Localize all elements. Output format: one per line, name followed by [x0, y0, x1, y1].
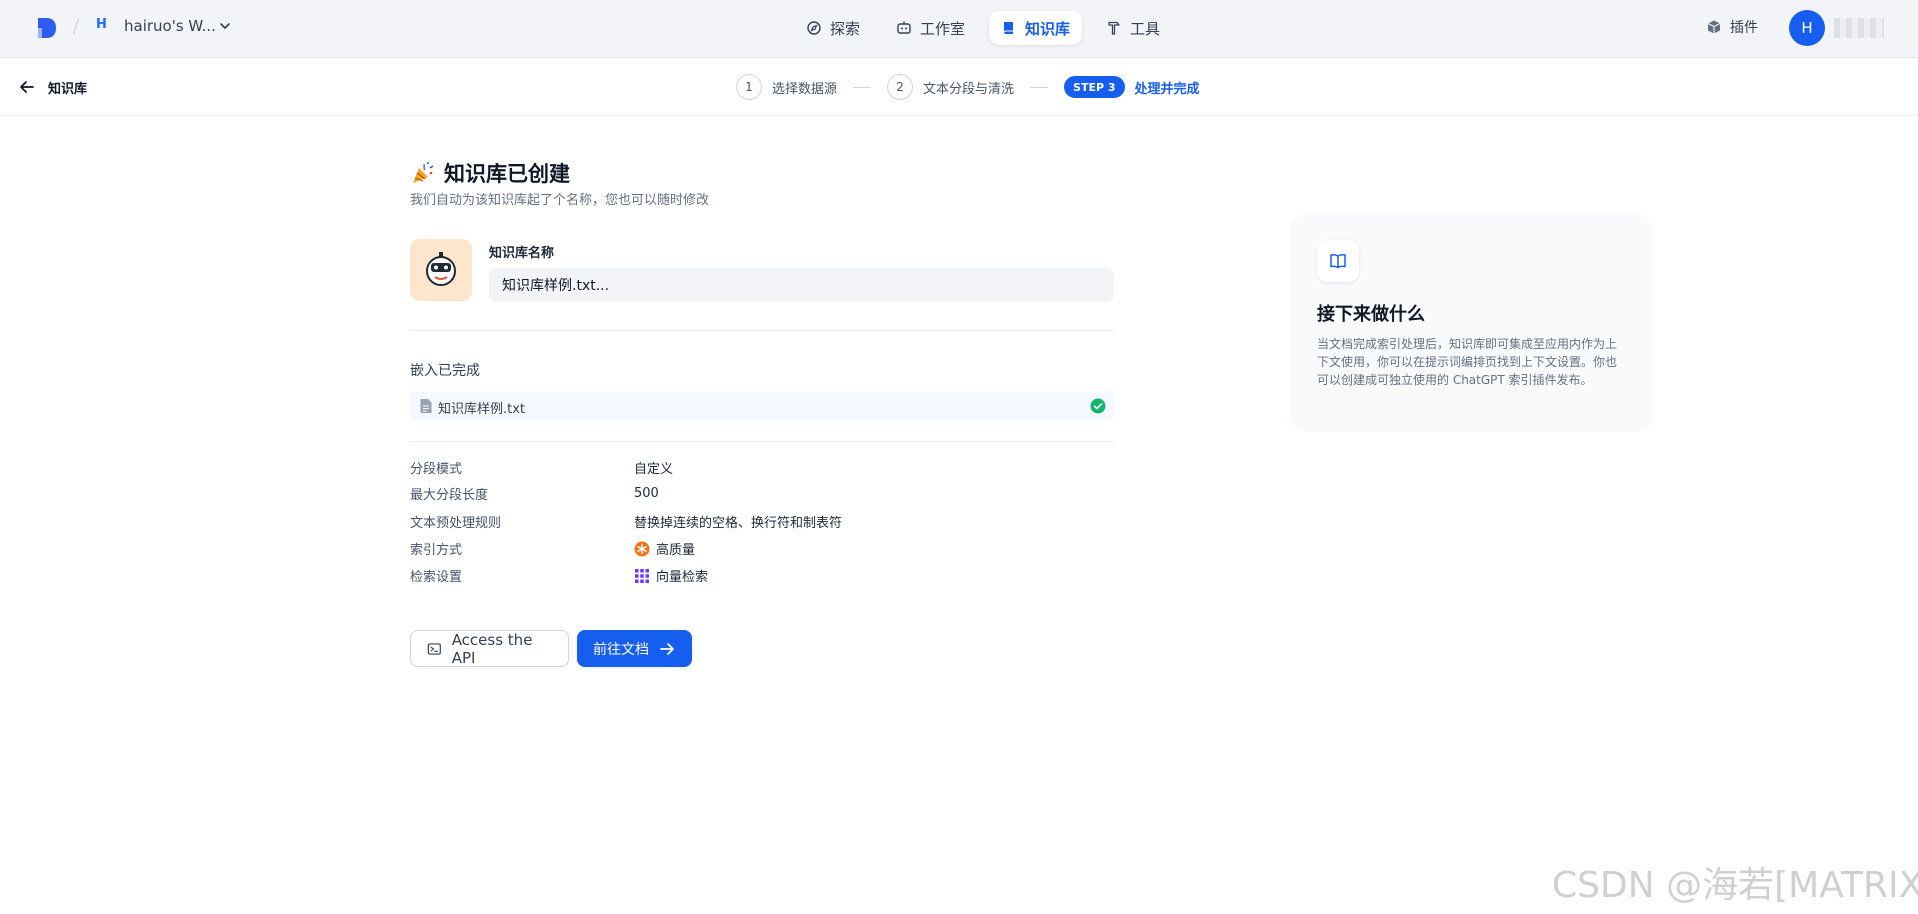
- watermark: CSDN @海若[MATRIX]: [1552, 865, 1918, 906]
- setting-row-preprocess: 文本预处理规则 替换掉连续的空格、换行符和制表符: [410, 512, 842, 531]
- page-subtitle: 我们自动为该知识库起了个名称，您也可以随时修改: [410, 193, 710, 208]
- step-separator: [853, 86, 872, 88]
- setting-value: 向量检索: [634, 566, 708, 585]
- setting-label: 文本预处理规则: [410, 516, 502, 531]
- check-circle-icon: [1090, 398, 1106, 414]
- nav-explore[interactable]: 探索: [794, 11, 872, 45]
- document-icon: [420, 399, 432, 413]
- retrieval-value: 向量检索: [656, 570, 709, 585]
- breadcrumb-separator: /: [73, 16, 80, 37]
- user-name-blurred[interactable]: [1834, 18, 1884, 38]
- step-1-number: 1: [736, 74, 762, 100]
- embedding-status-title: 嵌入已完成: [410, 363, 480, 379]
- setting-label: 分段模式: [410, 462, 463, 477]
- page-title-row: 知识库已创建: [410, 158, 570, 188]
- knowledge-base-name-input[interactable]: [489, 268, 1114, 302]
- workspace-avatar[interactable]: H: [96, 17, 107, 32]
- setting-row-retrieval: 检索设置 向量检索: [410, 566, 708, 585]
- step-3-badge: STEP 3: [1064, 76, 1125, 98]
- go-to-documents-button[interactable]: 前往文档: [577, 630, 692, 667]
- setting-row-segment-mode: 分段模式 自定义: [410, 458, 673, 477]
- step-header: 知识库 1 选择数据源 2 文本分段与清洗 STEP 3 处理并完成: [0, 58, 1918, 116]
- next-steps-title: 接下来做什么: [1317, 304, 1425, 325]
- user-avatar[interactable]: H: [1789, 10, 1825, 46]
- main-nav: 探索 工作室 知识库 工具: [794, 11, 1172, 45]
- grid-icon: [635, 568, 649, 583]
- nav-tools[interactable]: 工具: [1094, 11, 1172, 45]
- setting-value: 替换掉连续的空格、换行符和制表符: [634, 516, 843, 531]
- next-steps-description: 当文档完成索引处理后，知识库即可集成至应用内作为上下文使用，你可以在提示词编排页…: [1317, 337, 1618, 387]
- book-icon: [1003, 22, 1014, 34]
- cube-icon: [1707, 20, 1721, 34]
- compass-icon: [807, 21, 821, 35]
- star-badge-icon: [634, 541, 650, 556]
- nav-studio[interactable]: 工作室: [884, 11, 977, 45]
- setting-value: 500: [634, 486, 659, 501]
- setting-label: 最大分段长度: [410, 488, 489, 503]
- robot-face-icon: [426, 252, 456, 286]
- robot-icon: [897, 21, 911, 34]
- arrow-right-icon: [660, 642, 674, 655]
- chevron-down-icon[interactable]: [218, 19, 232, 33]
- hammer-icon: [1108, 21, 1120, 35]
- nav-tools-label: 工具: [1130, 19, 1161, 38]
- setting-value: 高质量: [634, 539, 695, 558]
- open-book-icon: [1330, 254, 1346, 269]
- step-3-label: 处理并完成: [1134, 81, 1200, 97]
- step-2-label: 文本分段与清洗: [923, 81, 1015, 97]
- workspace-name[interactable]: hairuo's W...: [124, 17, 216, 35]
- terminal-icon: [427, 642, 441, 655]
- setting-value: 自定义: [634, 462, 674, 477]
- index-mode-value: 高质量: [656, 543, 696, 558]
- knowledge-base-avatar[interactable]: [410, 239, 472, 301]
- section-divider: [410, 441, 1114, 442]
- next-steps-icon-box: [1317, 240, 1359, 282]
- top-navbar: / H hairuo's W... 探索 工作室 知识库 工具 插件 H: [0, 0, 1918, 58]
- plugin-button[interactable]: 插件: [1706, 17, 1758, 37]
- nav-explore-label: 探索: [830, 19, 861, 38]
- embedded-file-name: 知识库样例.txt: [438, 402, 526, 417]
- setting-row-index-mode: 索引方式 高质量: [410, 539, 695, 558]
- setting-row-max-length: 最大分段长度 500: [410, 484, 659, 503]
- embedded-file-row: 知识库样例.txt: [410, 391, 1114, 421]
- back-label[interactable]: 知识库: [48, 78, 87, 97]
- go-to-documents-label: 前往文档: [593, 641, 649, 658]
- page-title: 知识库已创建: [444, 162, 570, 186]
- stepper: 1 选择数据源 2 文本分段与清洗 STEP 3 处理并完成: [736, 74, 1200, 100]
- nav-knowledge[interactable]: 知识库: [989, 11, 1083, 45]
- party-popper-icon: [413, 161, 434, 183]
- step-1-label: 选择数据源: [772, 81, 838, 97]
- nav-studio-label: 工作室: [920, 19, 966, 38]
- nav-knowledge-label: 知识库: [1025, 19, 1071, 38]
- step-2-number: 2: [887, 74, 914, 100]
- plugin-label: 插件: [1730, 20, 1758, 36]
- section-divider: [410, 330, 1114, 331]
- setting-label: 索引方式: [410, 543, 463, 558]
- step-separator: [1030, 86, 1049, 88]
- back-arrow-icon[interactable]: [18, 78, 36, 96]
- access-api-button[interactable]: Access the API: [410, 630, 569, 667]
- knowledge-base-name-label: 知识库名称: [489, 246, 555, 261]
- app-logo-icon[interactable]: [36, 16, 58, 40]
- setting-label: 检索设置: [410, 570, 463, 585]
- access-api-label: Access the API: [451, 630, 533, 667]
- next-steps-card: 接下来做什么 当文档完成索引处理后，知识库即可集成至应用内作为上下文使用，你可以…: [1290, 214, 1652, 432]
